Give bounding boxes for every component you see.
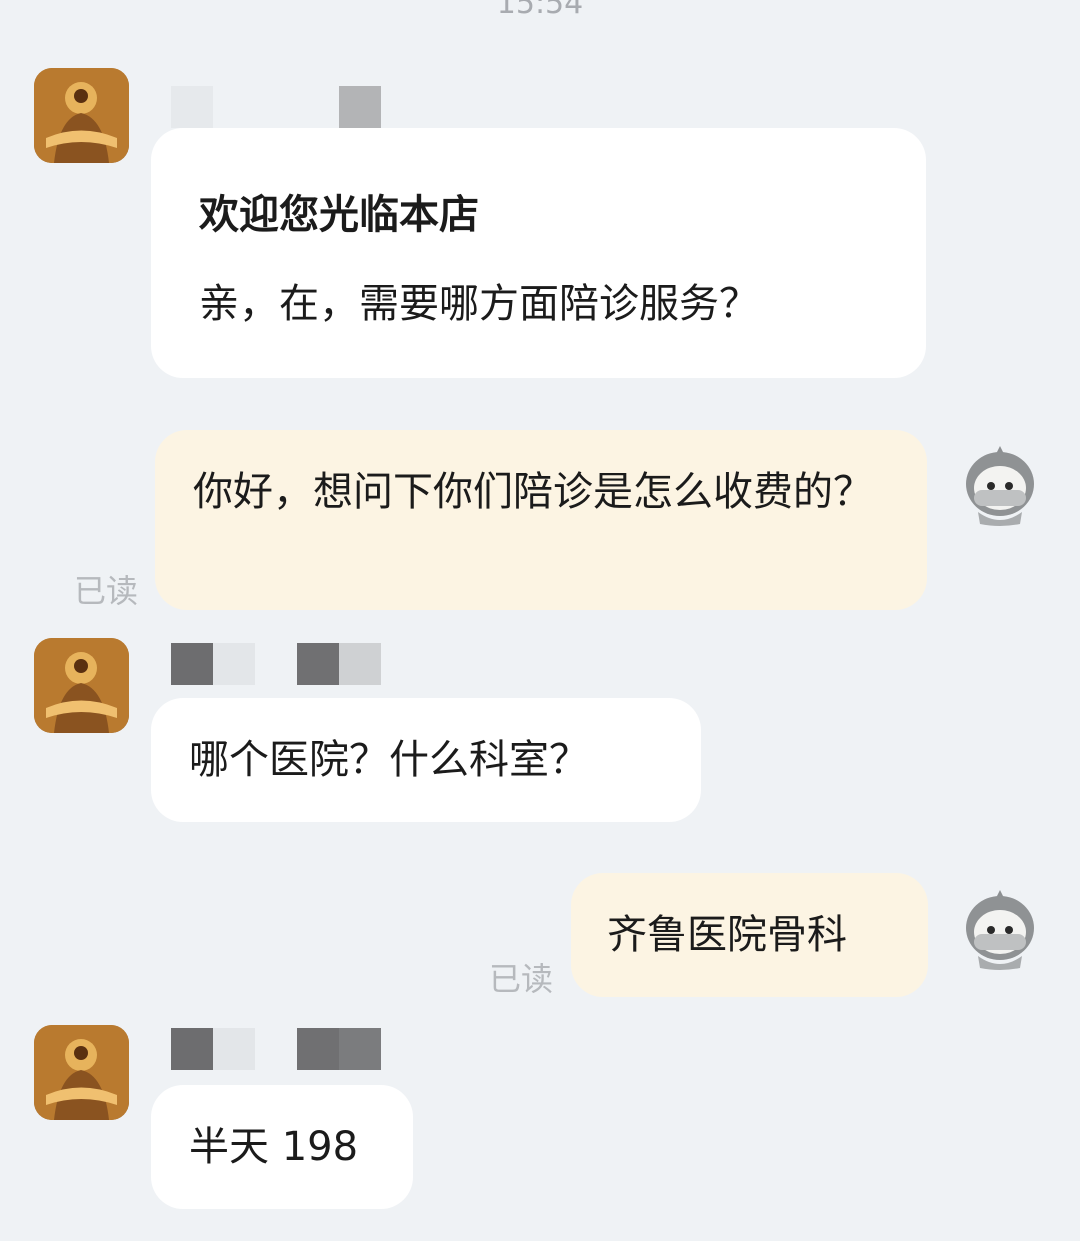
message-bubble-outgoing[interactable]: 齐鲁医院骨科	[571, 873, 928, 997]
user-avatar-icon[interactable]	[964, 444, 1036, 526]
message-bubble-incoming[interactable]: 欢迎您光临本店 亲，在，需要哪方面陪诊服务？	[151, 128, 926, 378]
message-bubble-incoming[interactable]: 半天 198	[151, 1085, 413, 1209]
sender-name-blurred	[171, 86, 381, 128]
shop-avatar-icon[interactable]	[34, 638, 129, 733]
user-avatar-icon[interactable]	[964, 888, 1036, 970]
message-text: 你好，想问下你们陪诊是怎么收费的？	[193, 469, 873, 515]
message-bubble-outgoing[interactable]: 你好，想问下你们陪诊是怎么收费的？	[155, 430, 927, 610]
message-text: 亲，在，需要哪方面陪诊服务？	[199, 281, 759, 327]
read-status: 已读	[489, 960, 554, 998]
timestamp: 15:54	[496, 0, 584, 21]
shop-avatar-icon[interactable]	[34, 68, 129, 163]
message-text: 齐鲁医院骨科	[607, 912, 847, 958]
message-text: 哪个医院？什么科室？	[189, 737, 589, 783]
message-bubble-incoming[interactable]: 哪个医院？什么科室？	[151, 698, 701, 822]
welcome-title: 欢迎您光临本店	[199, 192, 479, 238]
shop-avatar-icon[interactable]	[34, 1025, 129, 1120]
sender-name-blurred	[171, 1028, 381, 1070]
sender-name-blurred	[171, 643, 381, 685]
message-text: 半天 198	[189, 1124, 359, 1170]
read-status: 已读	[74, 572, 139, 610]
